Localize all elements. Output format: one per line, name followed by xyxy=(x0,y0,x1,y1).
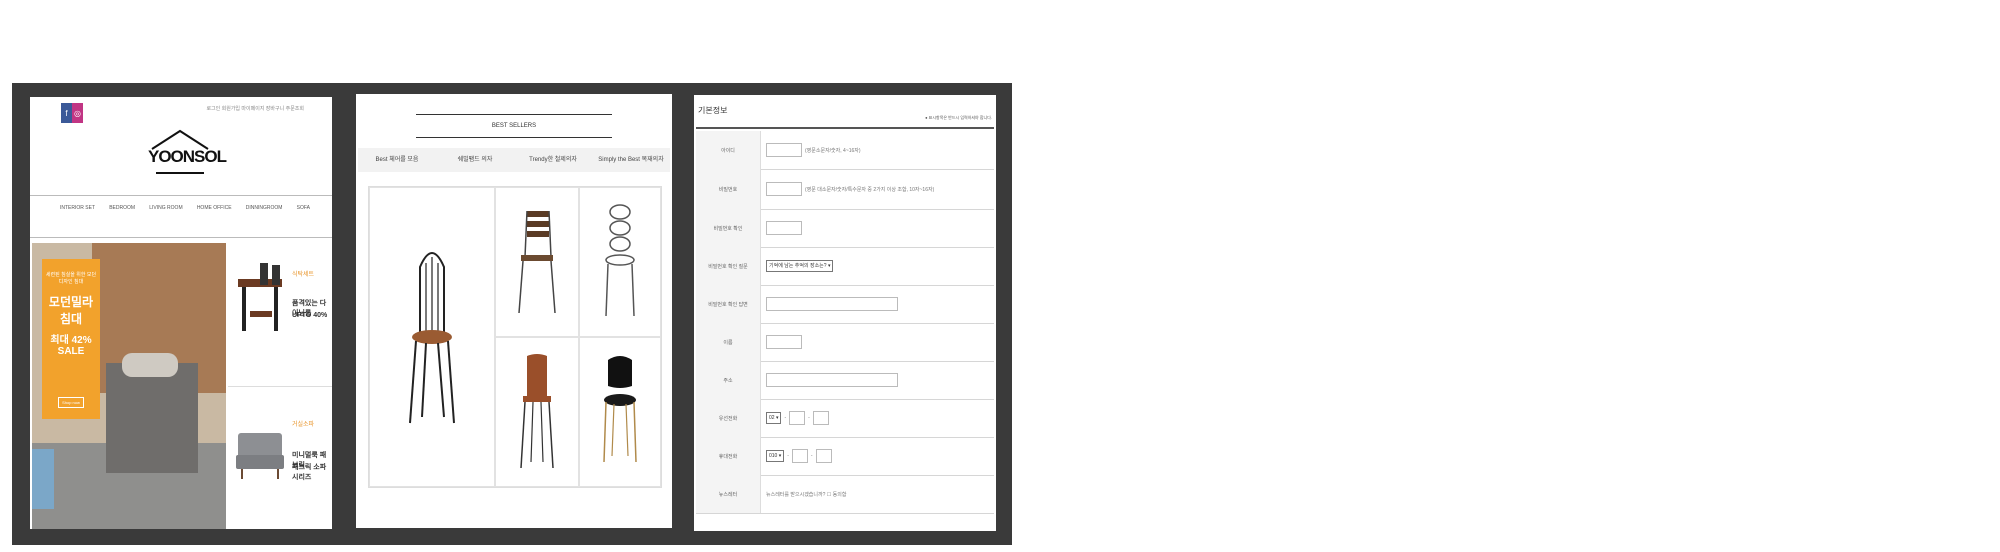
shop-now-button[interactable]: Shop now xyxy=(58,397,84,408)
main-nav: INTERIOR SET BEDROOM LIVING ROOM HOME OF… xyxy=(60,205,310,211)
field-label: 뉴스레터 xyxy=(696,475,761,513)
hero-subtitle: 세련된 침실을 위한 모던 디자인 침대 xyxy=(45,272,97,285)
form-row-password-confirm: 비밀번호 확인 xyxy=(696,209,994,248)
logo-text: YOONSOL xyxy=(148,147,227,166)
nav-living-room[interactable]: LIVING ROOM xyxy=(149,205,182,211)
required-note: ● 표시항목은 반드시 입력하셔야 합니다. xyxy=(925,115,992,120)
form-row-landline: 유선전화 02 ▾ - - xyxy=(696,399,994,438)
nav-diningroom[interactable]: DINNINGROOM xyxy=(246,205,283,211)
form-row-name: 이름 xyxy=(696,323,994,362)
field-hint: (영문소문자/숫자, 4~16자) xyxy=(805,147,861,154)
field-label: 휴대전화 xyxy=(696,437,761,475)
form-row-password: 비밀번호 (영문 대소문자/숫자/특수문자 중 2가지 이상 조합, 10자~1… xyxy=(696,169,994,210)
field-label: 이름 xyxy=(696,323,761,361)
promo-tag: 거실소파 xyxy=(292,422,315,428)
divider xyxy=(696,127,994,129)
form-row-mobile: 휴대전화 010 ▾ - - xyxy=(696,437,994,476)
bed-image xyxy=(106,363,198,473)
nav-interior-set[interactable]: INTERIOR SET xyxy=(60,205,95,211)
nav-sofa[interactable]: SOFA xyxy=(297,205,310,211)
top-utility-links[interactable]: 로그인 회원가입 마이페이지 장바구니 주문조회 xyxy=(206,105,304,112)
form-row-id: 아이디 (영문소문자/숫자, 4~16자) xyxy=(696,131,994,170)
address-input[interactable] xyxy=(766,373,898,387)
facebook-icon[interactable]: f xyxy=(61,103,72,123)
field-label: 비밀번호 확인 답변 xyxy=(696,285,761,323)
category-tabs: Best 체어를 모음 쉐빌팸드 의자 Trendy한 철제의자 Simply … xyxy=(358,148,670,172)
hero-sale: 최대 42% SALE xyxy=(50,335,92,357)
nav-bedroom[interactable]: BEDROOM xyxy=(109,205,135,211)
divider xyxy=(30,237,332,238)
tab-shabby-chairs[interactable]: 쉐빌팸드 의자 xyxy=(436,148,514,172)
spindle-chair-image xyxy=(409,252,455,424)
product-card[interactable] xyxy=(369,187,495,487)
hero-banner[interactable]: 세련된 침실을 위한 모던 디자인 침대 모던밀라 침대 최대 42% SALE… xyxy=(32,243,226,529)
promo-subtitle: 패브릭 소파시리즈 xyxy=(292,464,327,481)
promo-dining-set[interactable]: 식탁세트 품격있는 다이닝룸 UPTO 40% xyxy=(228,243,332,383)
sofa-image xyxy=(236,433,284,479)
store-homepage-panel: f ◎ 로그인 회원가입 마이페이지 장바구니 주문조회 YOONSOL INT… xyxy=(30,97,332,529)
promo-sofa[interactable]: 거실소파 미니멀룩 패브릭 패브릭 소파시리즈 xyxy=(228,389,332,529)
phone-middle-input[interactable] xyxy=(789,411,806,425)
product-card[interactable] xyxy=(579,337,661,487)
field-label: 비밀번호 확인 질문 xyxy=(696,247,761,285)
sale-badge: 세련된 침실을 위한 모던 디자인 침대 모던밀라 침대 최대 42% SALE… xyxy=(42,259,100,419)
security-question-select[interactable]: 기억에 남는 추억의 장소는? ▾ xyxy=(766,260,834,272)
nav-home-office[interactable]: HOME OFFICE xyxy=(197,205,232,211)
password-confirm-input[interactable] xyxy=(766,221,802,235)
black-chair-image xyxy=(603,356,637,463)
product-card[interactable] xyxy=(495,337,579,487)
field-label: 비밀번호 xyxy=(696,169,761,209)
product-card[interactable] xyxy=(579,187,661,337)
promo-discount: UPTO 40% xyxy=(292,312,328,319)
tab-trendy-steel-chairs[interactable]: Trendy한 철제의자 xyxy=(514,148,592,172)
divider xyxy=(30,195,332,196)
leather-chair-image xyxy=(520,354,554,469)
form-row-security-question: 비밀번호 확인 질문 기억에 남는 추억의 장소는? ▾ xyxy=(696,247,994,286)
promo-tag: 식탁세트 xyxy=(292,272,315,278)
dining-table-image xyxy=(238,263,282,331)
mobile-prefix-select[interactable]: 010 ▾ xyxy=(766,450,785,462)
id-input[interactable] xyxy=(766,143,802,157)
field-label: 주소 xyxy=(696,361,761,399)
field-label: 유선전화 xyxy=(696,399,761,437)
mobile-middle-input[interactable] xyxy=(791,449,808,463)
wire-chair-image xyxy=(605,204,635,317)
tab-wood-chairs[interactable]: Simply the Best 목재의자 xyxy=(592,148,670,172)
product-card[interactable] xyxy=(495,187,579,337)
mobile-last-input[interactable] xyxy=(815,449,832,463)
hero-title: 모던밀라 침대 xyxy=(48,295,94,326)
best-sellers-panel: BEST SELLERS Best 체어를 모음 쉐빌팸드 의자 Trendy한… xyxy=(356,94,672,528)
field-hint: (영문 대소문자/숫자/특수문자 중 2가지 이상 조합, 10자~16자) xyxy=(805,186,935,193)
slat-chair-image xyxy=(518,210,556,314)
field-label: 비밀번호 확인 xyxy=(696,209,761,247)
best-sellers-heading: BEST SELLERS xyxy=(416,114,612,138)
signup-form-panel: 기본정보 ● 표시항목은 반드시 입력하셔야 합니다. 아이디 (영문소문자/숫… xyxy=(694,95,996,531)
field-label: 아이디 xyxy=(696,131,761,169)
instagram-icon[interactable]: ◎ xyxy=(72,103,83,123)
product-grid xyxy=(368,186,662,488)
form-row-newsletter: 뉴스레터 뉴스레터를 받으시겠습니까? ☐ 동의함 xyxy=(696,475,994,514)
password-input[interactable] xyxy=(766,182,802,196)
section-title: 기본정보 xyxy=(698,106,728,115)
name-input[interactable] xyxy=(766,335,802,349)
social-links: f ◎ xyxy=(61,103,83,123)
site-logo[interactable]: YOONSOL xyxy=(148,127,227,179)
tab-best-chairs[interactable]: Best 체어를 모음 xyxy=(358,148,436,172)
newsletter-consent[interactable]: 뉴스레터를 받으시겠습니까? ☐ 동의함 xyxy=(766,491,846,498)
form-row-security-answer: 비밀번호 확인 답변 xyxy=(696,285,994,324)
security-answer-input[interactable] xyxy=(766,297,898,311)
form-row-address: 주소 xyxy=(696,361,994,400)
phone-last-input[interactable] xyxy=(812,411,829,425)
area-code-select[interactable]: 02 ▾ xyxy=(766,412,782,424)
